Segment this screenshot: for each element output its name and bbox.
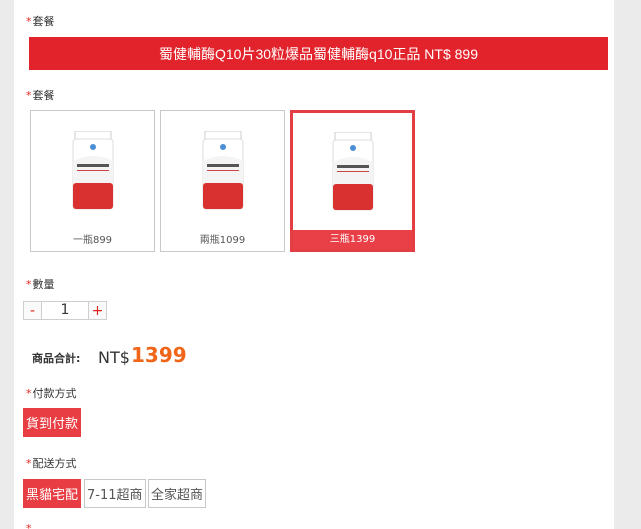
product-banner-button[interactable]: 蜀健輔酶Q10片30粒爆品蜀健輔酶q10正品 NT$ 899 xyxy=(29,37,608,70)
package-label: *套餐 xyxy=(26,13,55,29)
bottle-image xyxy=(72,131,113,210)
delivery-label-text: 配送方式 xyxy=(32,457,77,470)
quantity-stepper: - 1 + xyxy=(23,301,107,321)
package-option-label: 三瓶1399 xyxy=(293,230,412,249)
quantity-input[interactable]: 1 xyxy=(42,301,88,320)
required-mark: * xyxy=(26,15,32,28)
subtotal-amount: 1399 xyxy=(131,343,187,367)
required-mark: * xyxy=(26,387,32,400)
quantity-label: *數量 xyxy=(26,276,55,292)
package-option-label: 兩瓶1099 xyxy=(199,235,246,246)
bottle-image xyxy=(332,131,373,210)
payment-label: *付款方式 xyxy=(26,385,77,401)
required-mark: * xyxy=(26,522,32,529)
quantity-minus-button[interactable]: - xyxy=(23,301,42,320)
delivery-option-711-button[interactable]: 7-11超商 xyxy=(84,479,146,508)
package-option-label: 一瓶899 xyxy=(72,235,113,246)
quantity-label-text: 數量 xyxy=(32,278,55,291)
payment-option-cod-button[interactable]: 貨到付款 xyxy=(23,408,82,437)
product-banner-text: 蜀健輔酶Q10片30粒爆品蜀健輔酶q10正品 NT$ 899 xyxy=(159,45,478,62)
product-image xyxy=(293,113,412,230)
package-select-label: *套餐 xyxy=(26,87,55,103)
next-section-label-cut: * xyxy=(26,522,33,529)
required-mark: * xyxy=(26,457,32,470)
product-image xyxy=(31,111,154,231)
delivery-option-familymart-button[interactable]: 全家超商 xyxy=(148,479,207,508)
required-mark: * xyxy=(26,278,32,291)
package-option-two-bottles[interactable]: 兩瓶1099 xyxy=(160,110,285,252)
package-label-text: 套餐 xyxy=(32,15,55,28)
payment-label-text: 付款方式 xyxy=(32,387,77,400)
package-select-label-text: 套餐 xyxy=(32,89,55,102)
subtotal-currency: NT$ xyxy=(98,348,130,367)
required-mark: * xyxy=(26,89,32,102)
quantity-plus-button[interactable]: + xyxy=(88,301,107,320)
package-option-one-bottle[interactable]: 一瓶899 xyxy=(30,110,155,252)
order-form-panel: *套餐 蜀健輔酶Q10片30粒爆品蜀健輔酶q10正品 NT$ 899 *套餐 一… xyxy=(14,0,614,529)
subtotal-label: 商品合計: xyxy=(32,352,81,365)
package-option-three-bottles[interactable]: 三瓶1399 xyxy=(290,110,415,252)
product-image xyxy=(161,111,284,231)
delivery-label: *配送方式 xyxy=(26,455,77,471)
bottle-image xyxy=(202,131,243,210)
delivery-option-home-button[interactable]: 黑貓宅配 xyxy=(23,479,82,508)
